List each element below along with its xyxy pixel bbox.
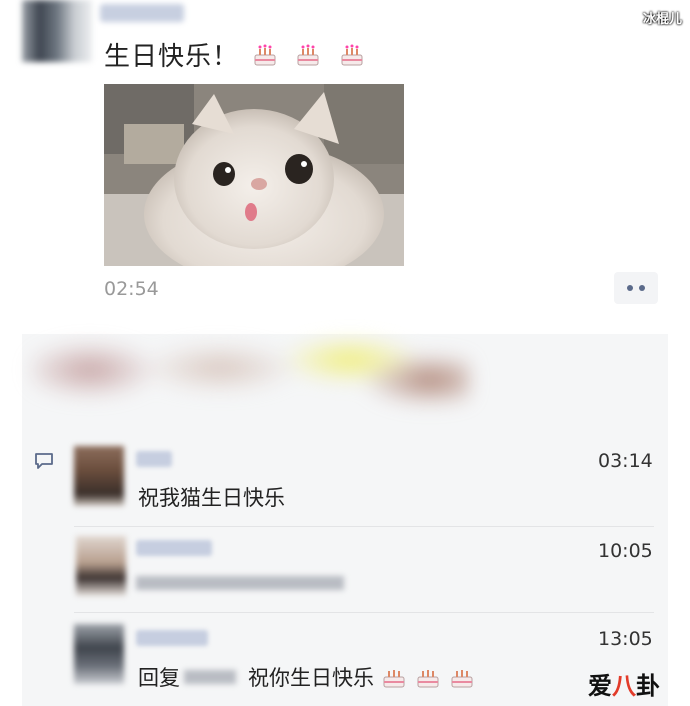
comment-text: 祝我猫生日快乐 [138, 482, 285, 512]
cat-photo [104, 84, 404, 266]
comment-time: 10:05 [598, 540, 653, 562]
commenter-name-blurred[interactable] [136, 630, 208, 646]
divider [74, 526, 654, 527]
poster-name-blurred[interactable] [100, 4, 184, 22]
post-cakes [245, 40, 366, 70]
avatar[interactable] [74, 624, 124, 684]
comment-text-blurred [136, 576, 344, 590]
comment-time: 03:14 [598, 450, 653, 472]
avatar[interactable] [76, 536, 126, 596]
likes-blurred [30, 330, 470, 410]
poster-avatar[interactable] [22, 0, 92, 62]
cake-icon [451, 670, 473, 688]
reply-target-blurred [184, 670, 236, 684]
comment-icon [35, 453, 53, 469]
divider [74, 612, 654, 613]
more-dots-icon[interactable] [614, 272, 658, 304]
cake-icon [383, 670, 405, 688]
watermark-bottom: 爱 八 卦 [588, 666, 660, 701]
cake-icon [341, 44, 363, 66]
post-content: 生日快乐！ [104, 36, 366, 73]
cake-icon [417, 670, 439, 688]
comment-time: 13:05 [598, 628, 653, 650]
cake-icon [297, 44, 319, 66]
post-time: 02:54 [104, 278, 159, 300]
post-text: 生日快乐！ [104, 42, 240, 72]
comment-text: 回复 祝你生日快乐 [138, 662, 476, 692]
commenter-name-blurred[interactable] [136, 540, 212, 556]
comment-body: 祝我猫生日快乐 [138, 486, 285, 510]
post-image-cat[interactable] [104, 84, 404, 266]
watermark-char: 爱 [588, 672, 612, 700]
watermark-char: 卦 [636, 672, 660, 700]
commenter-name-blurred[interactable] [136, 451, 172, 467]
cake-icon [254, 44, 276, 66]
watermark-char: 八 [612, 672, 636, 700]
comment-body: 祝你生日快乐 [248, 666, 374, 690]
watermark-top: 冰棍儿 [642, 12, 682, 27]
reply-prefix: 回复 [138, 666, 180, 690]
avatar[interactable] [74, 446, 124, 506]
